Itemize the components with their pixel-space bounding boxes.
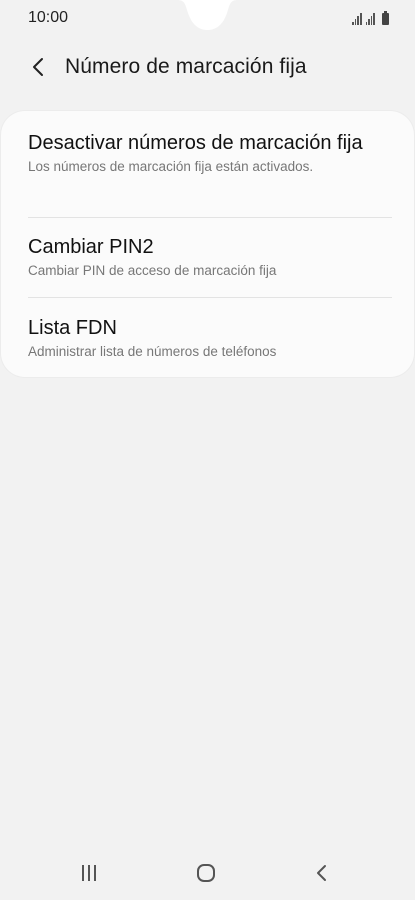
- item-title: Desactivar números de marcación fija: [28, 132, 363, 154]
- divider: [28, 217, 392, 218]
- status-bar: 10:00: [0, 0, 415, 36]
- recent-apps-button[interactable]: [69, 858, 109, 888]
- recent-apps-icon: [82, 865, 96, 881]
- item-subtitle: Cambiar PIN de acceso de marcación fija: [28, 263, 277, 278]
- back-icon: [317, 865, 326, 881]
- settings-card: Desactivar números de marcación fija Los…: [1, 111, 414, 377]
- battery-icon: [382, 11, 389, 25]
- fdn-list-item[interactable]: Lista FDN Administrar lista de números d…: [28, 316, 392, 361]
- item-title: Cambiar PIN2: [28, 236, 154, 258]
- item-subtitle: Administrar lista de números de teléfono…: [28, 344, 277, 359]
- navigation-bar: [0, 848, 415, 900]
- change-pin2-item[interactable]: Cambiar PIN2 Cambiar PIN de acceso de ma…: [28, 235, 392, 280]
- home-icon: [197, 864, 215, 882]
- status-icons: [352, 9, 389, 25]
- nav-back-button[interactable]: [302, 858, 342, 888]
- status-time: 10:00: [28, 9, 69, 26]
- divider: [28, 297, 392, 298]
- chevron-left-icon: [33, 58, 43, 76]
- home-button[interactable]: [186, 858, 226, 888]
- item-title: Lista FDN: [28, 317, 117, 339]
- back-button[interactable]: [24, 53, 52, 81]
- app-bar: Número de marcación fija: [0, 44, 415, 90]
- signal-icon: [365, 13, 375, 25]
- disable-fdn-item[interactable]: Desactivar números de marcación fija Los…: [28, 131, 392, 176]
- item-subtitle: Los números de marcación fija están acti…: [28, 159, 314, 174]
- page-title: Número de marcación fija: [65, 55, 307, 78]
- camera-notch: [177, 0, 238, 30]
- signal-icon: [352, 13, 362, 25]
